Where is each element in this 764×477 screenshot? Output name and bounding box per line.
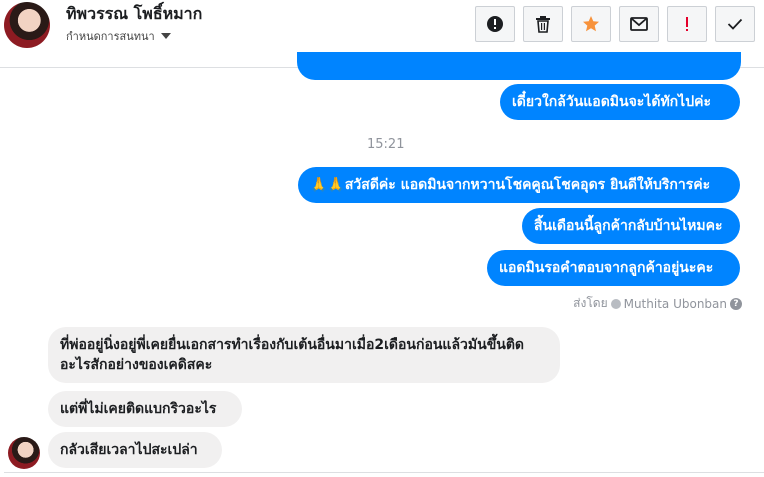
message-text: สิ้นเดือนนี้ลูกค้ากลับบ้านไหมคะ <box>534 218 723 234</box>
message-timestamp: 15:21 <box>367 137 405 152</box>
message-text: กลัวเสียเวลาไปสะเปล่า <box>60 442 198 458</box>
flag-spam-button[interactable] <box>667 6 707 42</box>
verified-check-icon <box>610 298 621 309</box>
message-bubble-incoming[interactable]: กลัวเสียเวลาไปสะเปล่า <box>48 432 222 468</box>
message-text: แต่พี่ไม่เคยติดแบกริวอะไร <box>60 401 217 417</box>
message-bubble-outgoing[interactable]: เดี๋ยวใกล้วันแอดมินจะได้ทักไปค่ะ <box>500 84 740 120</box>
exclamation-icon <box>686 17 688 31</box>
star-button[interactable] <box>571 6 611 42</box>
mark-done-button[interactable] <box>715 6 755 42</box>
sent-by-label: ส่งโดย <box>573 296 608 310</box>
message-text: แอดมินรอคำตอบจากลูกค้าอยู่นะคะ <box>499 260 714 276</box>
contact-avatar[interactable] <box>4 2 50 48</box>
message-bubble-outgoing[interactable]: 🙏🙏สวัสดีค่ะ แอดมินจากหวานโชคคูณโชคอุดร ย… <box>298 167 740 203</box>
contact-name[interactable]: ทิพวรรณ โพธิ์หมาก <box>66 2 202 27</box>
schedule-label: กำหนดการสนทนา <box>66 30 155 43</box>
composer-divider <box>4 472 764 473</box>
sent-by-info: ส่งโดย Muthita Ubonban ? <box>573 294 742 313</box>
caret-down-icon <box>160 33 171 39</box>
checkmark-icon <box>727 18 743 30</box>
sent-by-name: Muthita Ubonban <box>623 296 727 311</box>
mark-unread-button[interactable] <box>619 6 659 42</box>
message-bubble-outgoing-partial[interactable] <box>297 52 741 80</box>
message-bubble-incoming[interactable]: ที่พ่ออยู่นิ่งอยู่พี่เคยยื่นเอกสารทำเรื่… <box>48 327 560 383</box>
message-bubble-outgoing[interactable]: แอดมินรอคำตอบจากลูกค้าอยู่นะคะ <box>487 250 740 286</box>
question-help-icon[interactable]: ? <box>730 297 742 310</box>
contact-avatar-small[interactable] <box>8 437 40 469</box>
message-bubble-outgoing[interactable]: สิ้นเดือนนี้ลูกค้ากลับบ้านไหมคะ <box>522 208 740 244</box>
star-icon <box>583 16 599 32</box>
conversation-schedule-dropdown[interactable]: กำหนดการสนทนา <box>66 27 171 45</box>
message-text: เดี๋ยวใกล้วันแอดมินจะได้ทักไปค่ะ <box>512 94 711 110</box>
trash-icon <box>536 16 550 33</box>
report-button[interactable] <box>475 6 515 42</box>
envelope-icon <box>630 17 648 31</box>
message-text: ที่พ่ออยู่นิ่งอยู่พี่เคยยื่นเอกสารทำเรื่… <box>60 337 525 373</box>
message-text: 🙏🙏สวัสดีค่ะ แอดมินจากหวานโชคคูณโชคอุดร ย… <box>310 177 711 193</box>
delete-button[interactable] <box>523 6 563 42</box>
exclamation-circle-icon <box>487 16 503 32</box>
message-bubble-incoming[interactable]: แต่พี่ไม่เคยติดแบกริวอะไร <box>48 391 242 427</box>
